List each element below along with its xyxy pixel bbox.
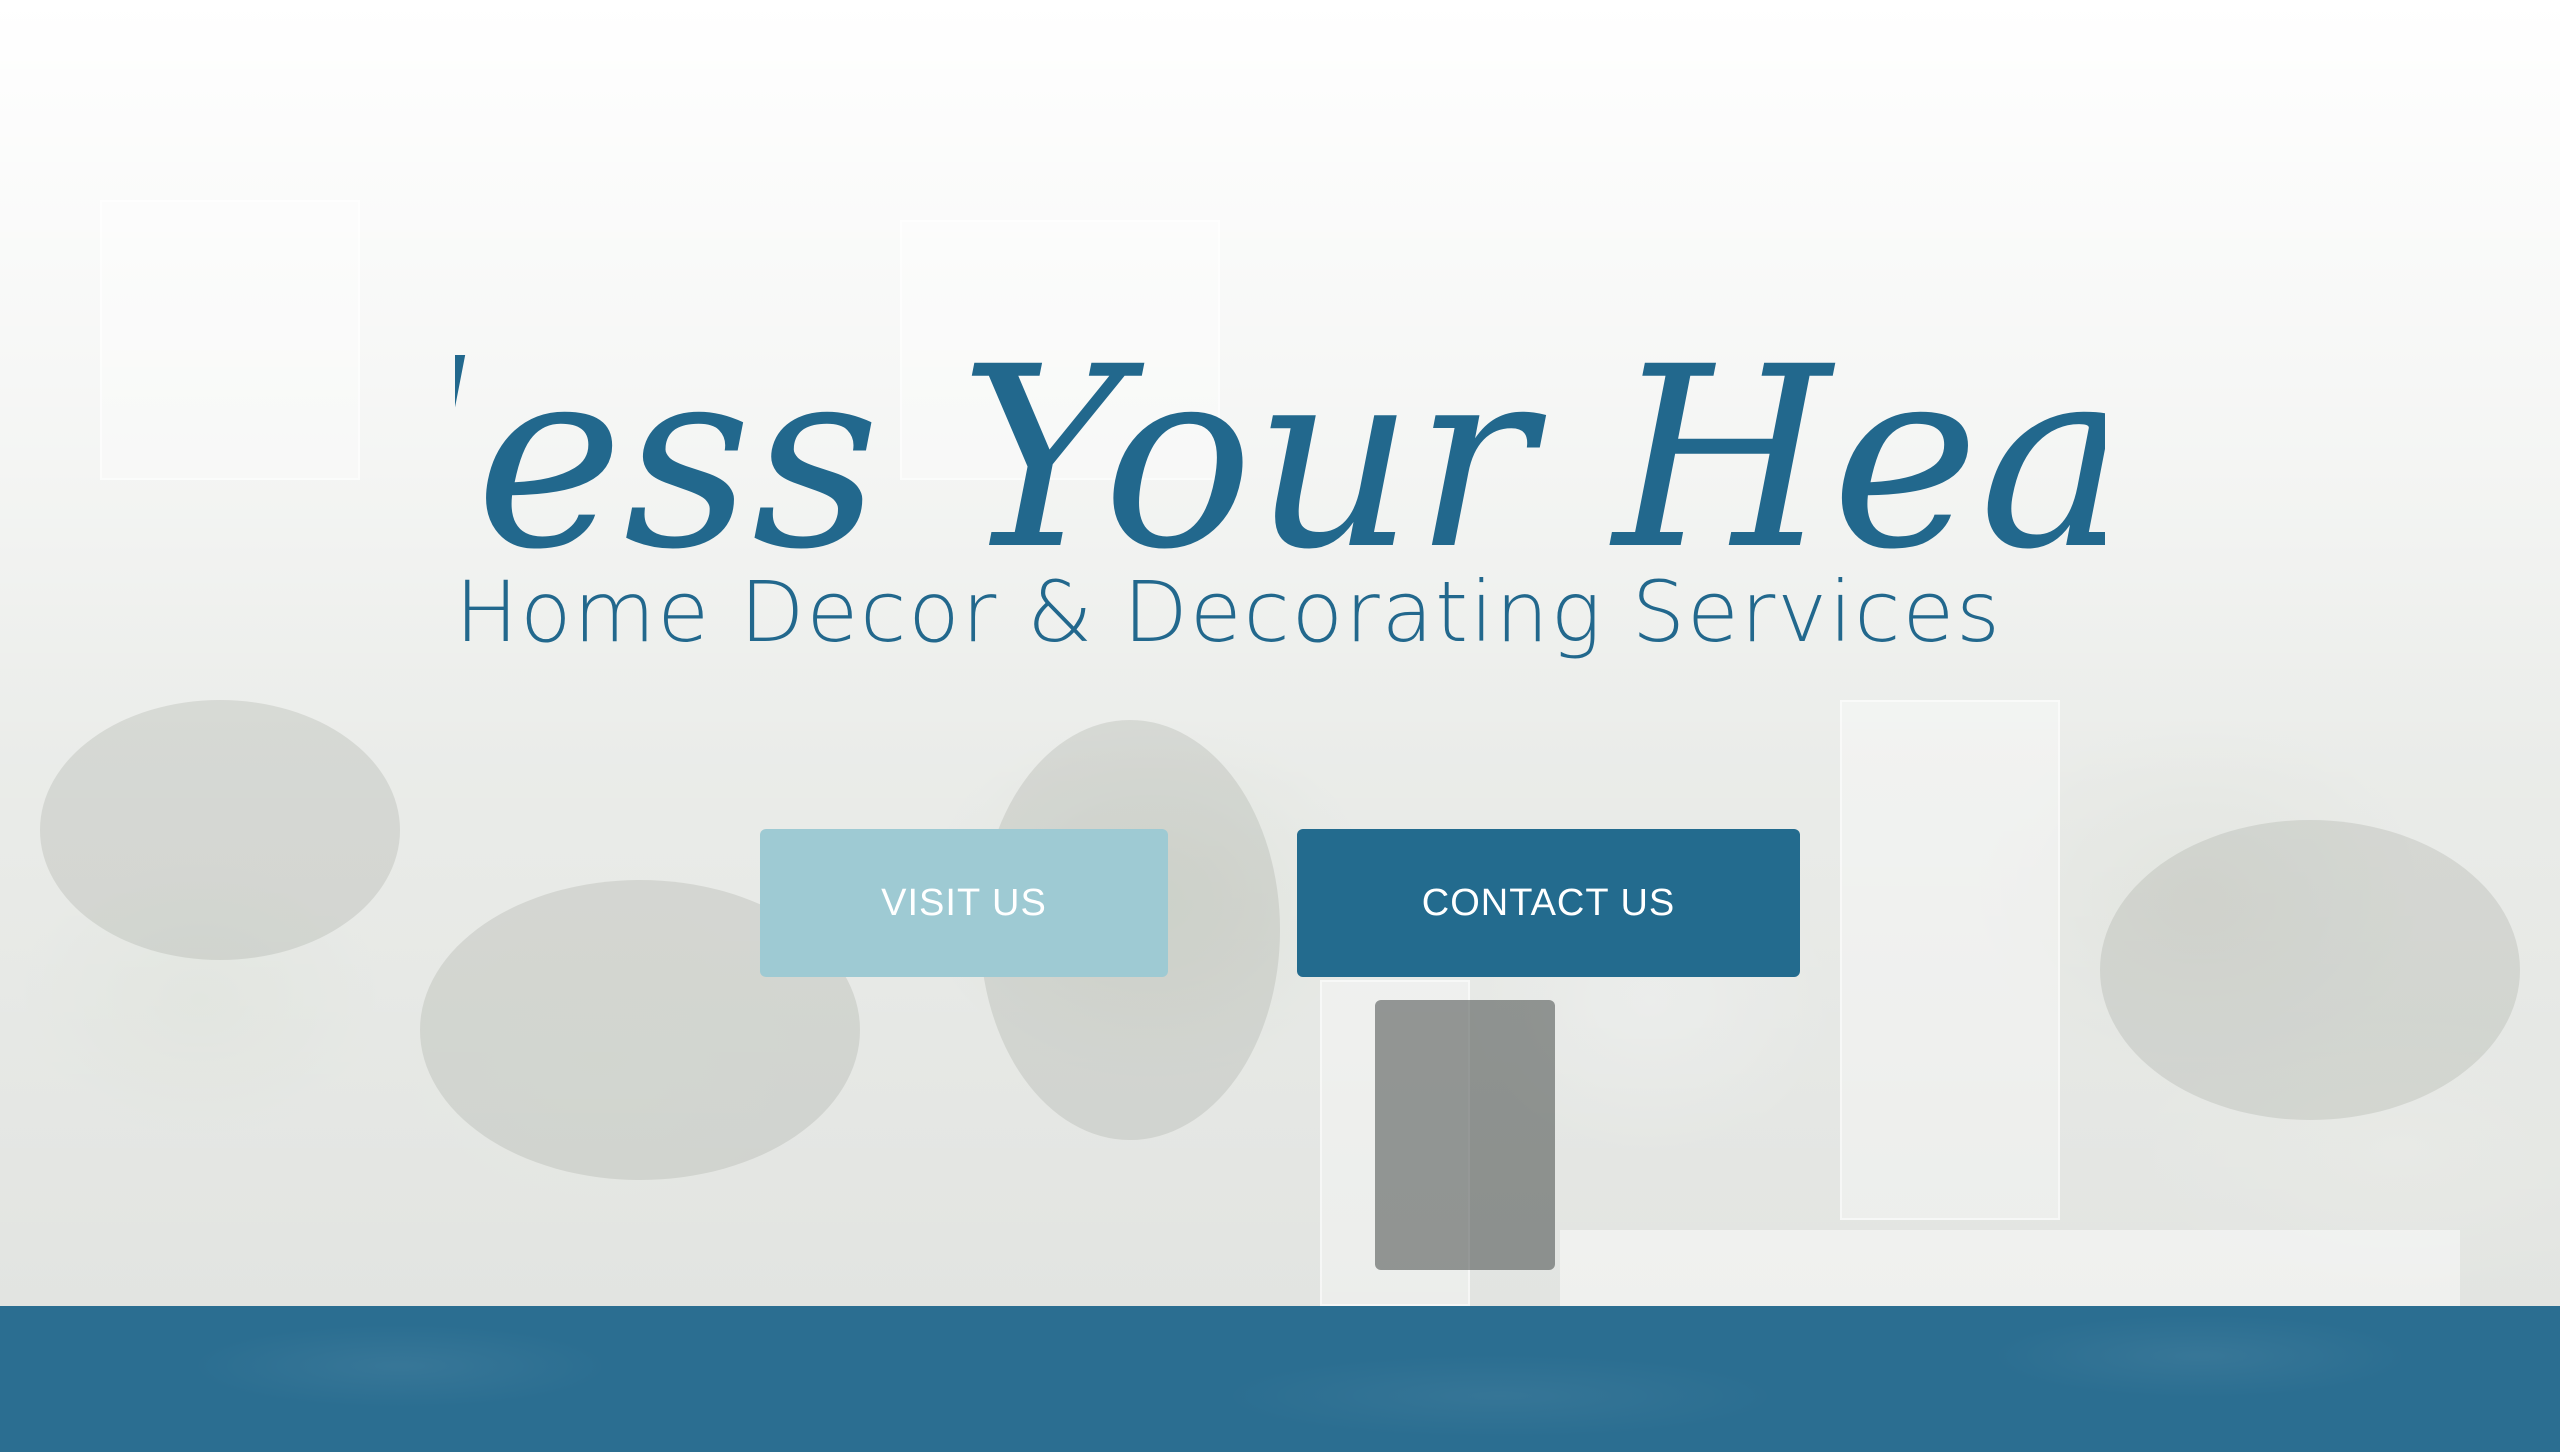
brand-script-text: Bless Your Heart (455, 313, 2105, 604)
background-table (1560, 1230, 2460, 1306)
background-window (100, 200, 360, 480)
background-shelf (1840, 700, 2060, 1220)
background-foliage (2100, 820, 2520, 1120)
footer-band (0, 1306, 2560, 1452)
visit-us-button[interactable]: VISIT US (760, 829, 1168, 977)
contact-us-button[interactable]: CONTACT US (1297, 829, 1800, 977)
background-foliage (40, 700, 400, 960)
chalkboard-sign (1375, 1000, 1555, 1270)
brand-subtitle: Home Decor & Decorating Services (455, 563, 2002, 661)
page: Bless Your Heart Home Decor & Decorating… (0, 0, 2560, 1452)
